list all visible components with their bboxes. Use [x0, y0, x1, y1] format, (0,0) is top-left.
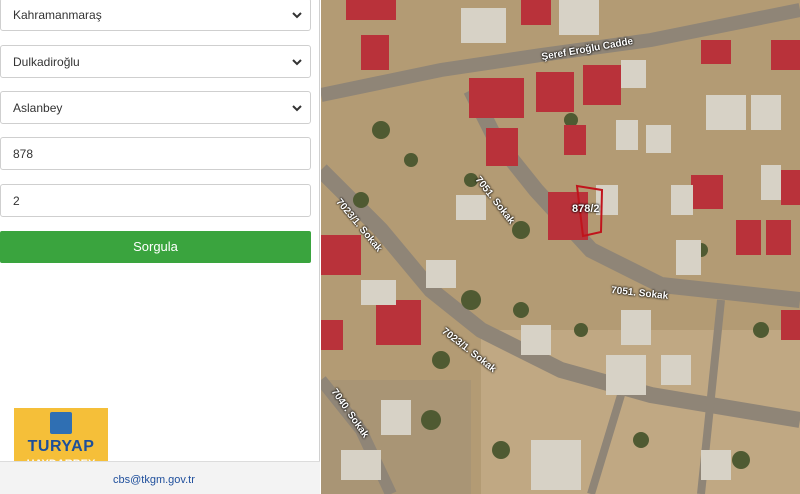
- neighborhood-value: Aslanbey: [13, 100, 63, 115]
- district-select[interactable]: Dulkadiroğlu: [0, 45, 311, 78]
- parcel-number-value: 2: [13, 193, 20, 208]
- query-panel: Kahramanmaraş Dulkadiroğlu Aslanbey 878 …: [0, 0, 320, 494]
- chevron-down-icon: [292, 59, 302, 66]
- chevron-down-icon: [292, 105, 302, 112]
- province-value: Kahramanmaraş: [13, 7, 102, 22]
- parcel-number-input[interactable]: 2: [0, 184, 311, 217]
- query-button[interactable]: Sorgula: [0, 231, 311, 263]
- province-select[interactable]: Kahramanmaraş: [0, 0, 311, 31]
- satellite-map[interactable]: 878/2 Şeref Eroğlu Cadde 7051. Sokak 705…: [321, 0, 800, 494]
- panel-footer: cbs@tkgm.gov.tr: [0, 461, 320, 494]
- logo-line1: TURYAP: [27, 438, 95, 455]
- block-number-value: 878: [13, 146, 34, 161]
- neighborhood-select[interactable]: Aslanbey: [0, 91, 311, 124]
- district-value: Dulkadiroğlu: [13, 54, 80, 69]
- handshake-icon: [50, 412, 72, 434]
- parcel-label: 878/2: [572, 203, 600, 215]
- block-number-input[interactable]: 878: [0, 137, 311, 170]
- map-imagery: [321, 0, 800, 494]
- contact-email-link[interactable]: cbs@tkgm.gov.tr: [113, 474, 195, 486]
- chevron-down-icon: [292, 12, 302, 19]
